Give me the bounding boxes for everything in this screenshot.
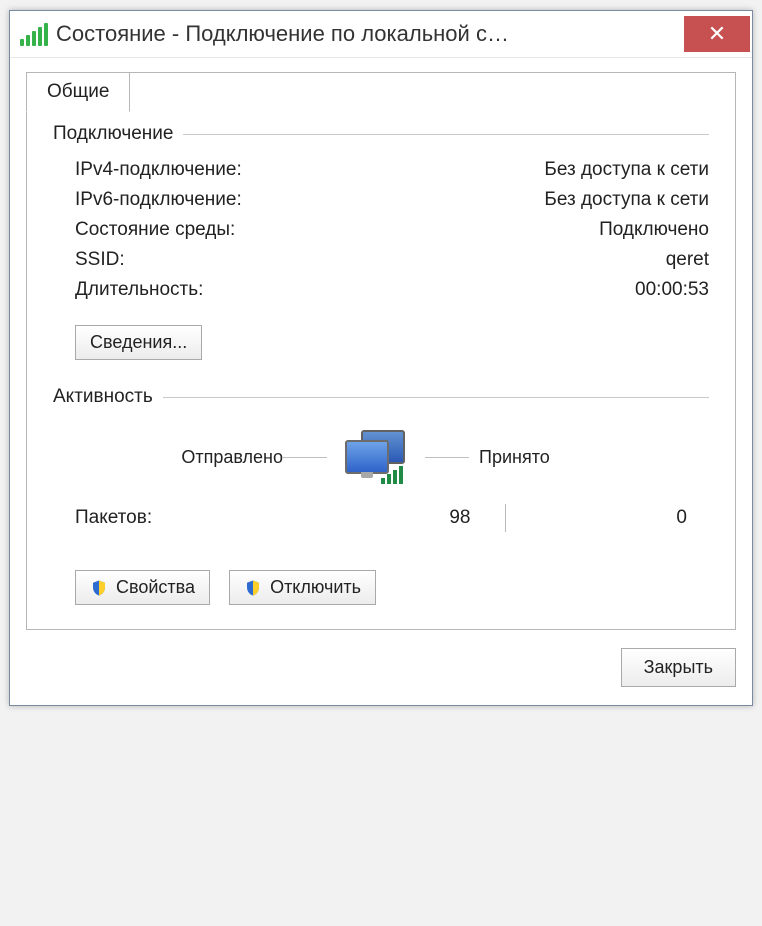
packets-received: 0 xyxy=(512,507,688,529)
value-ipv6: Без доступа к сети xyxy=(544,189,709,211)
dash-left xyxy=(283,457,327,458)
shield-icon xyxy=(244,579,262,597)
value-ipv4: Без доступа к сети xyxy=(544,159,709,181)
row-ipv4: IPv4-подключение: Без доступа к сети xyxy=(53,155,709,185)
divider xyxy=(183,134,709,135)
shield-icon xyxy=(90,579,108,597)
dialog-footer: Закрыть xyxy=(26,648,736,687)
button-label: Сведения... xyxy=(90,332,187,353)
signal-bars-icon xyxy=(381,466,403,484)
group-activity: Активность Отправлено xyxy=(53,386,709,605)
network-monitors-icon xyxy=(341,430,411,484)
properties-button[interactable]: Свойства xyxy=(75,570,210,605)
sent-label: Отправлено xyxy=(75,447,283,468)
button-label: Закрыть xyxy=(644,657,713,678)
group-title: Подключение xyxy=(53,123,173,145)
activity-diagram: Отправлено Прин xyxy=(53,426,709,488)
row-duration: Длительность: 00:00:53 xyxy=(53,275,709,305)
signal-icon xyxy=(20,23,48,46)
label-duration: Длительность: xyxy=(75,279,203,301)
activity-actions: Свойства Отключить xyxy=(53,536,709,605)
status-window: Состояние - Подключение по локальной с… … xyxy=(9,10,753,706)
tab-general[interactable]: Общие xyxy=(26,72,130,112)
close-dialog-button[interactable]: Закрыть xyxy=(621,648,736,687)
label-ssid: SSID: xyxy=(75,249,125,271)
value-ssid: qeret xyxy=(666,249,709,271)
label-media: Состояние среды: xyxy=(75,219,235,241)
group-connection: Подключение IPv4-подключение: Без доступ… xyxy=(53,123,709,370)
row-ipv6: IPv6-подключение: Без доступа к сети xyxy=(53,185,709,215)
tab-pane: Общие Подключение IPv4-подключение: Без … xyxy=(26,72,736,630)
recv-label: Принято xyxy=(469,447,687,468)
packets-separator xyxy=(505,504,506,532)
titlebar: Состояние - Подключение по локальной с… … xyxy=(10,11,752,58)
details-row: Сведения... xyxy=(53,305,709,370)
activity-center xyxy=(283,430,469,484)
divider xyxy=(163,397,709,398)
client-area: Общие Подключение IPv4-подключение: Без … xyxy=(10,58,752,705)
tab-label: Общие xyxy=(47,81,109,102)
group-title: Активность xyxy=(53,386,153,408)
group-header-activity: Активность xyxy=(53,386,709,408)
packets-row: Пакетов: 98 0 xyxy=(53,488,709,536)
packets-label: Пакетов: xyxy=(75,507,295,529)
button-label: Свойства xyxy=(116,577,195,598)
row-ssid: SSID: qeret xyxy=(53,245,709,275)
label-ipv4: IPv4-подключение: xyxy=(75,159,242,181)
details-button[interactable]: Сведения... xyxy=(75,325,202,360)
close-button[interactable]: ✕ xyxy=(684,16,750,52)
group-header-connection: Подключение xyxy=(53,123,709,145)
row-media-state: Состояние среды: Подключено xyxy=(53,215,709,245)
button-label: Отключить xyxy=(270,577,361,598)
label-ipv6: IPv6-подключение: xyxy=(75,189,242,211)
value-media: Подключено xyxy=(599,219,709,241)
value-duration: 00:00:53 xyxy=(635,279,709,301)
dash-right xyxy=(425,457,469,458)
window-title: Состояние - Подключение по локальной с… xyxy=(56,21,684,47)
disable-button[interactable]: Отключить xyxy=(229,570,376,605)
close-icon: ✕ xyxy=(708,21,726,47)
activity-body: Отправлено Прин xyxy=(53,418,709,605)
packets-sent: 98 xyxy=(295,507,499,529)
